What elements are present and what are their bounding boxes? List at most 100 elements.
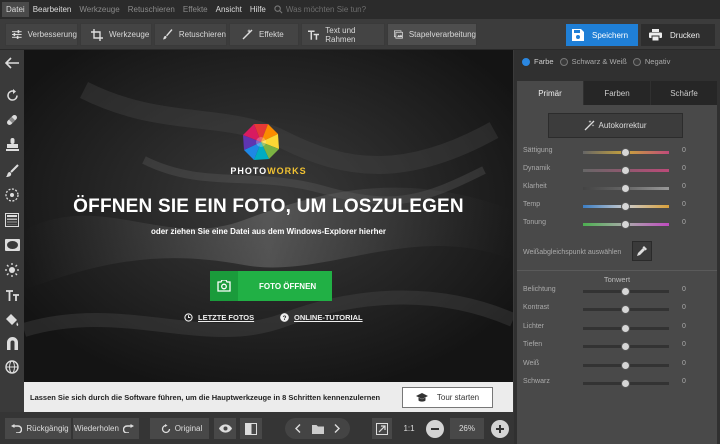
stamp-icon[interactable]: [3, 136, 21, 154]
slider-knob[interactable]: [621, 202, 630, 211]
light-icon[interactable]: [3, 261, 21, 279]
online-tutorial-link[interactable]: ? ONLINE-TUTORIAL: [280, 313, 363, 322]
slider-label: Tiefen: [523, 341, 543, 349]
brand-name: PHOTOWORKS: [24, 166, 513, 176]
slider-value: 0: [682, 147, 686, 154]
menu-ansicht[interactable]: Ansicht: [212, 2, 246, 17]
slider-knob[interactable]: [621, 148, 630, 157]
slider-knob[interactable]: [621, 342, 630, 352]
radio-schwarz-weiss[interactable]: [559, 57, 568, 66]
zoom-in-button[interactable]: [491, 420, 509, 438]
original-button[interactable]: Original: [150, 418, 209, 439]
back-arrow-icon[interactable]: [3, 54, 21, 72]
redo-button[interactable]: Wiederholen: [73, 418, 139, 439]
save-button[interactable]: Speichern: [566, 24, 638, 46]
slider-track[interactable]: [583, 148, 669, 157]
slider-track[interactable]: [583, 342, 669, 352]
slider-row: Tonung 0: [523, 219, 713, 229]
slider-track[interactable]: [583, 323, 669, 333]
slider-knob[interactable]: [621, 220, 630, 229]
gradient-filter-icon[interactable]: [3, 211, 21, 229]
tab-schaerfe[interactable]: Schärfe: [650, 81, 717, 105]
slider-label: Weiß: [523, 359, 540, 367]
tour-banner: Lassen Sie sich durch die Software führe…: [24, 382, 513, 412]
healing-icon[interactable]: [3, 111, 21, 129]
zoom-level[interactable]: 26%: [450, 418, 484, 439]
sphere-icon[interactable]: [3, 358, 21, 376]
magnet-icon[interactable]: [3, 334, 21, 352]
slider-track[interactable]: [583, 305, 669, 315]
slider-knob[interactable]: [621, 323, 630, 333]
panel-tabs: Primär Farben Schärfe: [517, 81, 717, 105]
radial-filter-icon[interactable]: [3, 186, 21, 204]
undo-button[interactable]: Rückgängig: [5, 418, 71, 439]
vignette-icon[interactable]: [3, 236, 21, 254]
clock-icon: [184, 313, 193, 322]
bucket-icon[interactable]: [3, 311, 21, 329]
slider-track[interactable]: [583, 379, 669, 388]
minus-icon: [431, 428, 439, 430]
slider-knob[interactable]: [621, 184, 630, 193]
menu-datei[interactable]: Datei: [2, 2, 29, 17]
tab-stapelverarbeitung[interactable]: Stapelverarbeitung: [387, 23, 477, 46]
preview-eye-button[interactable]: [214, 418, 236, 439]
camera-add-icon: [217, 280, 231, 292]
menu-bearbeiten[interactable]: Bearbeiten: [29, 2, 76, 17]
open-photo-button[interactable]: FOTO ÖFFNEN: [210, 271, 332, 301]
tab-label: Werkzeuge: [109, 30, 150, 39]
tab-label: Effekte: [259, 30, 284, 39]
recent-photos-link[interactable]: LETZTE FOTOS: [184, 313, 254, 322]
photo-canvas[interactable]: PHOTOWORKS ÖFFNEN SIE EIN FOTO, UM LOSZU…: [24, 50, 513, 382]
slider-track[interactable]: [583, 166, 669, 175]
tab-effekte[interactable]: Effekte: [229, 23, 299, 46]
undo-label: Rückgängig: [26, 424, 69, 433]
fit-screen-button[interactable]: [372, 418, 392, 439]
slider-knob[interactable]: [621, 287, 630, 296]
white-balance-picker-button[interactable]: [632, 241, 652, 261]
folder-icon[interactable]: [311, 424, 324, 434]
slider-row: Tiefen 0: [523, 341, 713, 352]
tab-primaer[interactable]: Primär: [517, 81, 583, 105]
radio-farbe[interactable]: [522, 57, 530, 66]
start-tour-button[interactable]: Tour starten: [402, 387, 493, 408]
recent-photos-label: LETZTE FOTOS: [198, 313, 255, 322]
menu-retuschieren[interactable]: Retuschieren: [124, 2, 179, 17]
slider-knob[interactable]: [621, 379, 630, 388]
chevron-right-icon[interactable]: [334, 424, 340, 433]
tab-farben[interactable]: Farben: [583, 81, 650, 105]
brush-tool-icon[interactable]: [3, 161, 21, 179]
main-toolbar: Verbesserung Werkzeuge Retuschieren Effe…: [0, 19, 720, 50]
tab-werkzeuge[interactable]: Werkzeuge: [80, 23, 152, 46]
auto-correct-button[interactable]: Autokorrektur: [548, 113, 683, 138]
menu-hilfe[interactable]: Hilfe: [246, 2, 270, 17]
menu-werkzeuge[interactable]: Werkzeuge: [75, 2, 123, 17]
slider-value: 0: [682, 322, 686, 330]
tab-retuschieren[interactable]: Retuschieren: [154, 23, 227, 46]
slider-track[interactable]: [583, 184, 669, 193]
tab-label: Retuschieren: [178, 30, 226, 39]
adjustment-panel: Farbe Schwarz & Weiß Negativ Primär Farb…: [514, 50, 720, 444]
radio-negativ[interactable]: [632, 57, 641, 66]
mode-label-sw: Schwarz & Weiß: [571, 57, 627, 66]
slider-knob[interactable]: [621, 360, 630, 370]
slider-track[interactable]: [583, 220, 669, 229]
slider-knob[interactable]: [621, 166, 630, 175]
text-tool-icon[interactable]: [3, 286, 21, 304]
tab-label: Text und Rahmen: [325, 25, 356, 44]
open-photo-label: FOTO ÖFFNEN: [259, 281, 317, 291]
zoom-out-button[interactable]: [426, 420, 444, 438]
slider-knob[interactable]: [621, 305, 630, 315]
chevron-left-icon[interactable]: [295, 424, 301, 433]
actual-size-button[interactable]: 1:1: [398, 418, 420, 439]
slider-track[interactable]: [583, 287, 669, 296]
tab-text-und-rahmen[interactable]: Text und Rahmen: [301, 23, 385, 46]
slider-track[interactable]: [583, 202, 669, 211]
search-input[interactable]: [285, 5, 386, 14]
menu-effekte[interactable]: Effekte: [179, 2, 212, 17]
slider-track[interactable]: [583, 360, 669, 370]
tab-verbesserung[interactable]: Verbesserung: [5, 23, 78, 46]
compare-button[interactable]: [240, 418, 262, 439]
print-button[interactable]: Drucken: [641, 24, 715, 46]
slider-label: Schwarz: [523, 378, 550, 385]
rotate-icon[interactable]: [3, 86, 21, 104]
